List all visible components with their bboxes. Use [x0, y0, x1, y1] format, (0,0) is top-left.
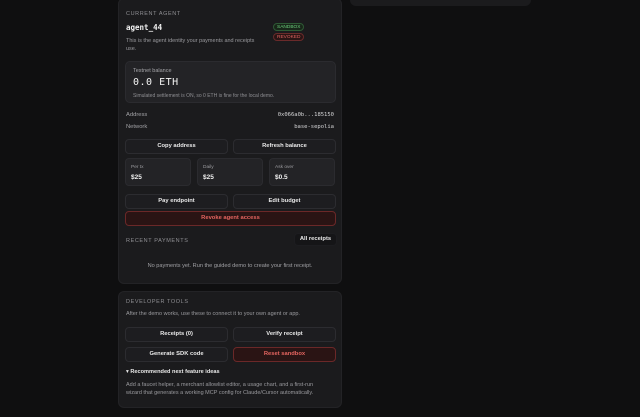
developer-tools-card: DEVELOPER TOOLS After the demo works, us…: [118, 291, 342, 408]
stat-daily-label: Daily: [203, 165, 214, 170]
generate-sdk-code-button[interactable]: Generate SDK code: [125, 347, 228, 362]
network-value: base-sepolia: [294, 124, 334, 130]
revoke-agent-access-button[interactable]: Revoke agent access: [125, 211, 336, 226]
pay-endpoint-button[interactable]: Pay endpoint: [125, 194, 228, 209]
stat-ask-over-label: Ask over: [275, 165, 294, 170]
stat-per-tx: Per tx $25: [125, 158, 191, 186]
stat-per-tx-value: $25: [131, 174, 142, 181]
right-panel-edge: [350, 0, 531, 6]
network-label: Network: [126, 124, 148, 130]
current-agent-card: CURRENT AGENT agent_44 SANDBOX REVOKED T…: [118, 0, 342, 284]
sandbox-badge: SANDBOX: [273, 23, 305, 31]
balance-value: 0.0 ETH: [133, 77, 179, 88]
receipts-button[interactable]: Receipts (0): [125, 327, 228, 342]
balance-label: Testnet balance: [133, 68, 172, 74]
feature-ideas-title: Recommended next feature ideas: [130, 369, 220, 375]
empty-payments-message: No payments yet. Run the guided demo to …: [147, 263, 313, 269]
section-label-current-agent: CURRENT AGENT: [126, 11, 181, 17]
section-label-developer-tools: DEVELOPER TOOLS: [126, 299, 189, 305]
stat-ask-over-value: $0.5: [275, 174, 288, 181]
agent-name: agent_44: [126, 23, 163, 32]
triangle-down-icon: ▾: [126, 369, 129, 375]
feature-ideas-toggle[interactable]: ▾ Recommended next feature ideas: [126, 369, 220, 375]
refresh-balance-button[interactable]: Refresh balance: [233, 139, 336, 154]
edit-budget-button[interactable]: Edit budget: [233, 194, 336, 209]
verify-receipt-button[interactable]: Verify receipt: [233, 327, 336, 342]
feature-ideas-line1: Add a faucet helper, a merchant allowlis…: [126, 382, 314, 388]
all-receipts-button[interactable]: All receipts: [294, 233, 337, 246]
stat-per-tx-label: Per tx: [131, 165, 144, 170]
revoked-badge: REVOKED: [273, 33, 305, 41]
stat-ask-over: Ask over $0.5: [269, 158, 335, 186]
address-label: Address: [126, 112, 148, 118]
section-label-recent-payments: RECENT PAYMENTS: [126, 238, 189, 244]
address-value: 0x066a0b...185150: [277, 112, 334, 118]
copy-address-button[interactable]: Copy address: [125, 139, 228, 154]
agent-description-line2: use.: [126, 46, 137, 52]
reset-sandbox-button[interactable]: Reset sandbox: [233, 347, 336, 362]
feature-ideas-line2: wizard that generates a working MCP conf…: [126, 390, 314, 396]
stat-daily: Daily $25: [197, 158, 263, 186]
developer-tools-description: After the demo works, use these to conne…: [126, 311, 300, 317]
balance-note: Simulated settlement is ON, so 0 ETH is …: [133, 93, 275, 99]
agent-description-line1: This is the agent identity your payments…: [126, 38, 255, 44]
balance-box: Testnet balance 0.0 ETH Simulated settle…: [125, 61, 336, 103]
stat-daily-value: $25: [203, 174, 214, 181]
